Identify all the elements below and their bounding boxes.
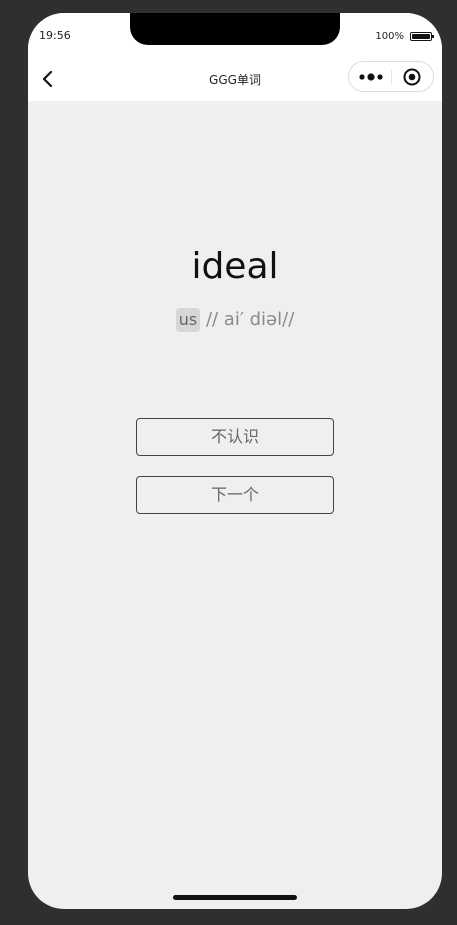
capsule-divider xyxy=(391,70,392,84)
home-indicator xyxy=(173,895,297,900)
next-button[interactable]: 下一个 xyxy=(136,476,334,514)
target-circle-icon[interactable] xyxy=(402,67,422,87)
status-time: 19:56 xyxy=(39,29,71,42)
phone-screen: 19:56 100% GGG单词 ideal us // ai′ diəl// … xyxy=(28,13,442,909)
phonetic-text: // ai′ diəl// xyxy=(205,309,295,330)
more-dots-icon[interactable] xyxy=(358,69,384,85)
mini-program-capsule xyxy=(348,61,434,92)
phonetic-row: us // ai′ diəl// xyxy=(28,308,442,332)
unknown-button[interactable]: 不认识 xyxy=(136,418,334,456)
device-notch xyxy=(130,13,340,45)
battery-icon xyxy=(410,32,434,41)
word-text: ideal xyxy=(191,246,279,287)
nav-bar: GGG单词 xyxy=(28,57,442,101)
pronunciation-us-button[interactable]: us xyxy=(175,308,201,332)
battery-percent: 100% xyxy=(375,31,404,42)
